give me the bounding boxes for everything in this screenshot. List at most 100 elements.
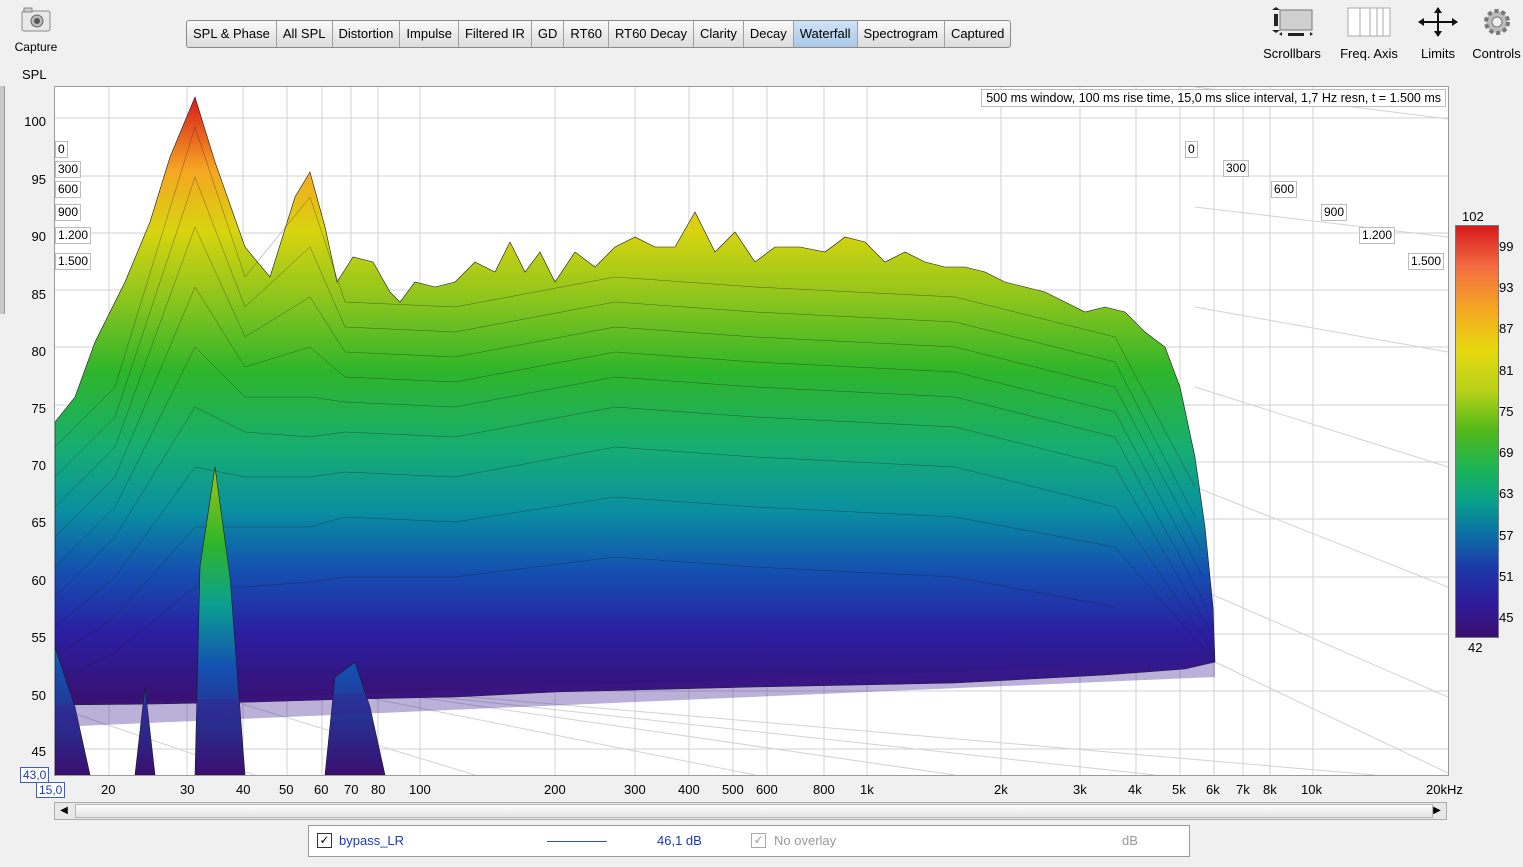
x-tick-label: 50 xyxy=(279,782,294,797)
scroll-right-arrow-icon[interactable]: ▶ xyxy=(1428,803,1446,819)
x-tick-label: 70 xyxy=(344,782,359,797)
y-tick-label: 60 xyxy=(31,573,46,588)
colorbar-tick-label: 63 xyxy=(1499,486,1514,501)
scrollbar-thumb[interactable] xyxy=(75,804,1433,818)
x-tick-label: 3k xyxy=(1073,782,1087,797)
left-panel-splitter[interactable] xyxy=(0,86,5,314)
colorbar-tick-label: 75 xyxy=(1499,404,1514,419)
tab-decay[interactable]: Decay xyxy=(744,21,794,47)
trace-name[interactable]: bypass_LR xyxy=(339,833,404,848)
waterfall-surface xyxy=(55,87,1448,775)
limits-button[interactable]: Limits xyxy=(1410,4,1466,61)
x-tick-label: 10k xyxy=(1301,782,1322,797)
tab-distortion[interactable]: Distortion xyxy=(333,21,401,47)
view-tab-bar: SPL & Phase All SPL Distortion Impulse F… xyxy=(186,20,1012,48)
x-tick-label: 8k xyxy=(1263,782,1277,797)
camera-icon xyxy=(18,6,54,34)
y-tick-label: 75 xyxy=(31,401,46,416)
waterfall-info-box: 500 ms window, 100 ms rise time, 15,0 ms… xyxy=(981,89,1446,107)
freq-axis-icon xyxy=(1334,4,1404,40)
tab-rt60-decay[interactable]: RT60 Decay xyxy=(609,21,694,47)
y-tick-label: 70 xyxy=(31,458,46,473)
capture-button[interactable]: Capture xyxy=(8,6,64,54)
x-tick-label: 300 xyxy=(624,782,646,797)
y-tick-label: 100 xyxy=(24,114,46,129)
colorbar-tick-label: 87 xyxy=(1499,321,1514,336)
time-tick-label: 600 xyxy=(55,181,82,198)
x-tick-label: 800 xyxy=(813,782,835,797)
x-tick-label: 4k xyxy=(1128,782,1142,797)
time-tick-label: 300 xyxy=(55,161,82,178)
x-tick-label: 20 xyxy=(101,782,116,797)
x-tick-label: 400 xyxy=(678,782,700,797)
capture-label: Capture xyxy=(14,40,58,54)
waterfall-plot[interactable]: 500 ms window, 100 ms rise time, 15,0 ms… xyxy=(54,86,1449,776)
time-tick-label: 1.200 xyxy=(55,227,92,244)
colorbar-tick-label: 57 xyxy=(1499,528,1514,543)
colorbar-tick-label: 99 xyxy=(1499,239,1514,254)
tab-all-spl[interactable]: All SPL xyxy=(277,21,333,47)
time-tick-label: 600 xyxy=(1271,181,1298,198)
tab-spectrogram[interactable]: Spectrogram xyxy=(858,21,945,47)
x-tick-label: 20kHz xyxy=(1426,782,1463,797)
time-tick-label: 1.500 xyxy=(55,253,92,270)
trace-line-swatch xyxy=(547,841,607,842)
overlay-checkbox[interactable]: ✓ xyxy=(751,833,766,848)
y-tick-label: 95 xyxy=(31,172,46,187)
y-tick-label: 85 xyxy=(31,287,46,302)
y-tick-label: 55 xyxy=(31,630,46,645)
time-tick-label: 0 xyxy=(1185,141,1198,158)
tab-impulse[interactable]: Impulse xyxy=(400,21,459,47)
scrollbars-button[interactable]: Scrollbars xyxy=(1258,4,1326,61)
time-tick-label: 900 xyxy=(55,204,82,221)
x-tick-label: 6k xyxy=(1206,782,1220,797)
overlay-label: No overlay xyxy=(774,833,837,848)
time-tick-label: 300 xyxy=(1223,160,1250,177)
freq-axis-label: Freq. Axis xyxy=(1340,46,1398,61)
y-tick-label: 65 xyxy=(31,515,46,530)
colorbar-tick-label: 93 xyxy=(1499,280,1514,295)
colorbar-tick-label: 45 xyxy=(1499,610,1514,625)
tab-gd[interactable]: GD xyxy=(532,21,565,47)
overlay-unit: dB xyxy=(1122,833,1138,848)
trace-legend: ✓ bypass_LR 46,1 dB ✓ No overlay dB xyxy=(308,825,1190,857)
scroll-left-arrow-icon[interactable]: ◀ xyxy=(55,803,73,819)
time-tick-label: 900 xyxy=(1321,204,1348,221)
tab-rt60[interactable]: RT60 xyxy=(564,21,609,47)
colorbar-max-label: 102 xyxy=(1462,209,1484,224)
gear-icon xyxy=(1470,4,1523,40)
y-axis-title: SPL xyxy=(22,67,47,82)
x-tick-label: 30 xyxy=(180,782,195,797)
x-min-value-box[interactable]: 15,0 xyxy=(36,782,66,798)
y-tick-label: 80 xyxy=(31,344,46,359)
x-tick-label: 5k xyxy=(1172,782,1186,797)
colorbar-tick-label: 51 xyxy=(1499,569,1514,584)
x-tick-label: 60 xyxy=(314,782,329,797)
x-tick-label: 40 xyxy=(236,782,251,797)
x-tick-label: 2k xyxy=(994,782,1008,797)
horizontal-scrollbar[interactable]: ◀ ▶ xyxy=(54,802,1447,820)
tab-filtered-ir[interactable]: Filtered IR xyxy=(459,21,532,47)
tab-clarity[interactable]: Clarity xyxy=(694,21,744,47)
x-tick-label: 100 xyxy=(409,782,431,797)
colorbar xyxy=(1455,225,1499,638)
y-min-value-box[interactable]: 43,0 xyxy=(20,767,50,783)
colorbar-tick-label: 69 xyxy=(1499,445,1514,460)
y-tick-label: 90 xyxy=(31,229,46,244)
controls-button[interactable]: Controls xyxy=(1470,4,1523,61)
time-tick-label: 0 xyxy=(55,141,68,158)
trace-value: 46,1 dB xyxy=(657,833,702,848)
tab-captured[interactable]: Captured xyxy=(945,21,1010,47)
controls-label: Controls xyxy=(1472,46,1521,61)
x-tick-label: 600 xyxy=(756,782,778,797)
freq-axis-button[interactable]: Freq. Axis xyxy=(1334,4,1404,61)
x-tick-label: 80 xyxy=(371,782,386,797)
limits-label: Limits xyxy=(1421,46,1455,61)
y-tick-label: 45 xyxy=(31,744,46,759)
tab-spl-phase[interactable]: SPL & Phase xyxy=(187,21,277,47)
trace-visible-checkbox[interactable]: ✓ xyxy=(317,833,332,848)
tab-waterfall[interactable]: Waterfall xyxy=(793,21,858,47)
colorbar-tick-label: 81 xyxy=(1499,363,1514,378)
x-tick-label: 200 xyxy=(544,782,566,797)
time-tick-label: 1.200 xyxy=(1359,227,1396,244)
